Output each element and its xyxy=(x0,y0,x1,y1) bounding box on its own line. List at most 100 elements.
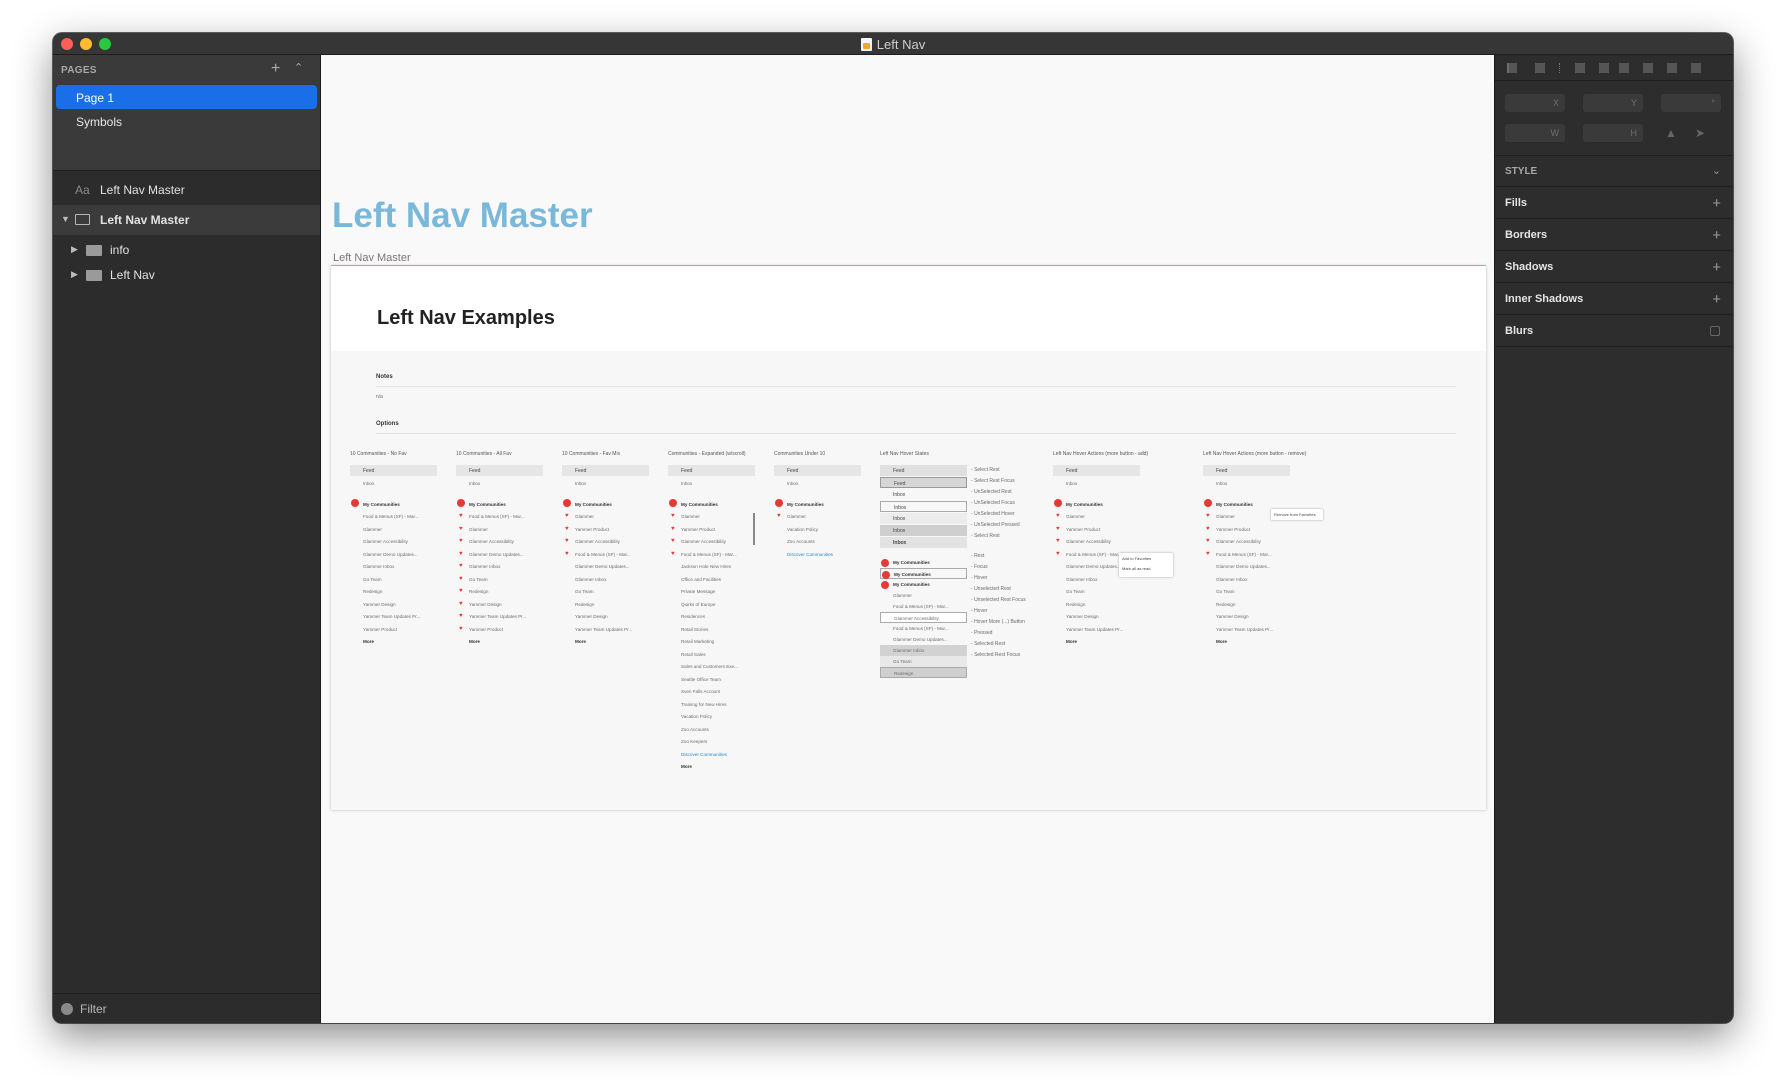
favorite-heart-icon[interactable]: ♥ xyxy=(1056,551,1060,557)
favorite-heart-icon[interactable]: ♥ xyxy=(1056,526,1060,532)
align-right-edge-icon[interactable] xyxy=(1619,63,1629,73)
more-link[interactable]: More xyxy=(350,635,437,648)
remove-favorite-item[interactable]: Remove from Favorites xyxy=(1274,512,1316,517)
h-field[interactable]: H xyxy=(1583,124,1643,142)
community-item[interactable]: Jackson Hole New Hires xyxy=(668,560,755,573)
community-item[interactable]: Yammer Team Updates Pr... xyxy=(1203,623,1290,636)
align-center-icon[interactable] xyxy=(1535,63,1545,73)
community-item[interactable]: ♥ Yammer Product xyxy=(1203,523,1290,536)
nav-feed-item[interactable]: Feed xyxy=(1203,465,1290,476)
nav-inbox-item[interactable]: Inbox xyxy=(456,477,543,490)
community-item[interactable]: ♥ Glammer Accessibility xyxy=(562,535,649,548)
align-bottom-icon[interactable] xyxy=(1691,63,1701,73)
collapse-pages-icon[interactable]: ⌃ xyxy=(294,61,303,74)
favorite-heart-icon[interactable]: ♥ xyxy=(459,563,463,569)
favorite-heart-icon[interactable]: ♥ xyxy=(1056,513,1060,519)
disclosure-closed-icon[interactable]: ▶ xyxy=(71,244,78,255)
my-communities-state[interactable]: My Communities xyxy=(880,568,967,579)
community-item[interactable]: ♥ Yammer Product xyxy=(456,623,543,636)
nav-inbox-item[interactable]: Inbox xyxy=(1203,477,1290,490)
hover-state-row[interactable]: Inbox xyxy=(880,489,967,500)
my-communities-header[interactable]: My Communities xyxy=(456,498,543,511)
community-item[interactable]: Redesign xyxy=(562,598,649,611)
community-item[interactable]: ♥ Food & Menus (SF) - Mar... xyxy=(1203,548,1290,561)
community-item[interactable]: Quirks of Europe xyxy=(668,598,755,611)
community-item[interactable]: Go Team xyxy=(1053,585,1140,598)
favorite-heart-icon[interactable]: ♥ xyxy=(1206,526,1210,532)
community-item[interactable]: ♥ Glammer Inbox xyxy=(456,560,543,573)
favorite-heart-icon[interactable]: ♥ xyxy=(1056,538,1060,544)
community-item[interactable]: Go Team xyxy=(350,573,437,586)
community-item[interactable]: ♥ Glammer Accessibility xyxy=(1053,535,1140,548)
more-link[interactable]: More xyxy=(456,635,543,648)
nav-feed-item[interactable]: Feed xyxy=(562,465,649,476)
nav-feed-item[interactable]: Feed xyxy=(456,465,543,476)
community-item[interactable]: Yammer Team Updates Pr... xyxy=(562,623,649,636)
favorite-heart-icon[interactable]: ♥ xyxy=(459,601,463,607)
nav-feed-item[interactable]: Feed xyxy=(668,465,755,476)
my-communities-state[interactable]: My Communities xyxy=(880,557,967,568)
canvas[interactable]: Left Nav Master Left Nav Master Left Nav… xyxy=(321,55,1494,1023)
filter-field[interactable]: Filter xyxy=(53,993,320,1023)
community-item[interactable]: Seattle Office Team xyxy=(668,673,755,686)
favorite-heart-icon[interactable]: ♥ xyxy=(565,526,569,532)
community-item[interactable]: ♥ Glammer Demo Updates... xyxy=(456,548,543,561)
community-item[interactable]: Glammer Inbox xyxy=(1203,573,1290,586)
favorite-heart-icon[interactable]: ♥ xyxy=(565,551,569,557)
nav-inbox-item[interactable]: Inbox xyxy=(668,477,755,490)
community-item[interactable]: Yammer Design xyxy=(350,598,437,611)
community-item[interactable]: Yammer Product xyxy=(350,623,437,636)
community-item[interactable]: Yammer Design xyxy=(1053,610,1140,623)
community-item[interactable]: Retail Marketing xyxy=(668,635,755,648)
community-item[interactable]: Sales and Customers Exe... xyxy=(668,660,755,673)
community-item[interactable]: Go Team xyxy=(562,585,649,598)
add-page-icon[interactable]: + xyxy=(271,60,280,78)
community-item[interactable]: ♥ Glammer Accessibility xyxy=(456,535,543,548)
community-item[interactable]: Redesign xyxy=(1053,598,1140,611)
fills-section[interactable]: Fills + xyxy=(1495,187,1733,219)
add-border-icon[interactable]: + xyxy=(1712,227,1721,244)
favorite-heart-icon[interactable]: ♥ xyxy=(565,513,569,519)
align-top-icon[interactable] xyxy=(1643,63,1653,73)
community-item[interactable]: Redesign xyxy=(1203,598,1290,611)
page-item-symbols[interactable]: Symbols xyxy=(56,109,317,133)
community-item[interactable]: ♥ Yammer Product xyxy=(668,523,755,536)
community-item[interactable]: Vacation Policy xyxy=(774,523,861,536)
hover-state-community[interactable]: Food & Menus (SF) - Mar... xyxy=(880,601,967,612)
favorite-heart-icon[interactable]: ♥ xyxy=(459,626,463,632)
hover-state-community[interactable]: Redesign xyxy=(880,667,967,678)
favorite-heart-icon[interactable]: ♥ xyxy=(459,526,463,532)
inner-shadows-section[interactable]: Inner Shadows + xyxy=(1495,283,1733,315)
favorite-heart-icon[interactable]: ♥ xyxy=(671,513,675,519)
hover-state-row[interactable]: Feed xyxy=(880,477,967,488)
nav-feed-item[interactable]: Feed xyxy=(1053,465,1140,476)
shadows-section[interactable]: Shadows + xyxy=(1495,251,1733,283)
favorite-heart-icon[interactable]: ♥ xyxy=(777,513,781,519)
distribute-icon[interactable] xyxy=(1559,63,1561,73)
community-item[interactable]: Residences xyxy=(668,610,755,623)
nav-inbox-item[interactable]: Inbox xyxy=(562,477,649,490)
community-item[interactable]: ♥ Food & Menus (SF) - Mar... xyxy=(456,510,543,523)
community-item[interactable]: Training for New Hires xyxy=(668,698,755,711)
favorite-heart-icon[interactable]: ♥ xyxy=(1206,551,1210,557)
community-item[interactable]: Vacation Policy xyxy=(668,710,755,723)
scrollbar[interactable] xyxy=(753,513,755,545)
community-item[interactable]: Glammer Inbox xyxy=(562,573,649,586)
layer-text-left-nav-master[interactable]: Aa Left Nav Master xyxy=(53,175,320,205)
w-field[interactable]: W xyxy=(1505,124,1565,142)
favorite-heart-icon[interactable]: ♥ xyxy=(459,576,463,582)
more-link[interactable]: More xyxy=(668,760,755,773)
align-left-icon[interactable] xyxy=(1507,63,1517,73)
hover-state-community[interactable]: Food & Menus (SF) - Mar... xyxy=(880,623,967,634)
favorite-heart-icon[interactable]: ♥ xyxy=(459,551,463,557)
community-item[interactable]: Glammer Demo Updates... xyxy=(1203,560,1290,573)
add-inner-shadow-icon[interactable]: + xyxy=(1712,291,1721,308)
community-item[interactable]: Go Team xyxy=(1203,585,1290,598)
my-communities-state[interactable]: My Communities xyxy=(880,579,967,590)
y-field[interactable]: Y xyxy=(1583,94,1643,112)
nav-inbox-item[interactable]: Inbox xyxy=(1053,477,1140,490)
disclosure-open-icon[interactable]: ▼ xyxy=(61,214,70,224)
community-item[interactable]: Redesign xyxy=(350,585,437,598)
community-item[interactable]: ♥ Glammer xyxy=(1053,510,1140,523)
blurs-section[interactable]: Blurs xyxy=(1495,315,1733,347)
